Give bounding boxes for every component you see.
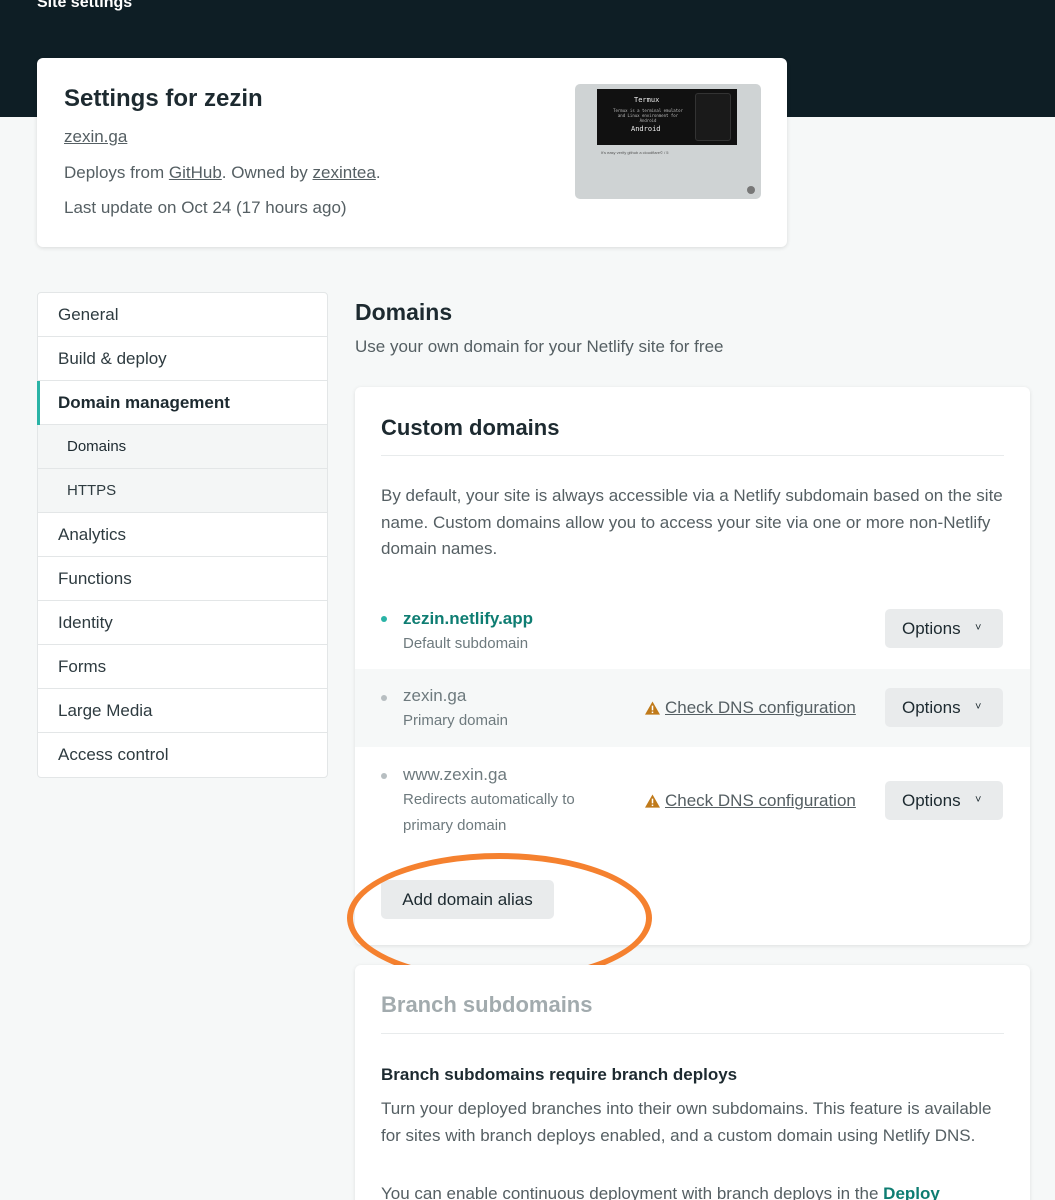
deploy-info-period: . [375, 163, 381, 182]
branch-subdomains-title: Branch subdomains [381, 992, 593, 1017]
check-dns-label: Check DNS configuration [665, 791, 856, 810]
deploy-info: Deploys from GitHub. Owned by zexintea. [64, 163, 381, 183]
branch-subdomains-subtitle: Branch subdomains require branch deploys [381, 1065, 738, 1084]
options-button[interactable]: Options ˅ [885, 781, 1003, 820]
options-button[interactable]: Options ˅ [885, 688, 1003, 727]
divider [381, 1033, 1004, 1034]
last-update-text: Last update on Oct 24 (17 hours ago) [64, 198, 347, 217]
branch-subdomains-card: Branch subdomains Branch subdomains requ… [355, 965, 1030, 1200]
warning-icon [645, 794, 660, 808]
options-label: Options [902, 791, 961, 810]
chevron-down-icon: ˅ [975, 794, 982, 806]
options-button[interactable]: Options ˅ [885, 609, 1003, 648]
more-prefix: You can enable continuous deployment wit… [381, 1184, 884, 1200]
site-overview-card: Settings for zezin zexin.ga Deploys from… [37, 58, 787, 247]
domain-type: Primary domain [403, 712, 509, 729]
bullet-icon [381, 695, 387, 701]
divider [381, 455, 1004, 456]
github-link[interactable]: GitHub [169, 163, 222, 182]
custom-domains-title: Custom domains [381, 415, 560, 440]
site-screenshot-thumbnail[interactable]: Termux Termux is a terminal emulator and… [575, 84, 761, 199]
section-title: Domains [355, 299, 453, 325]
sidebar-subitem-domains[interactable]: Domains [38, 425, 327, 469]
section-description: Use your own domain for your Netlify sit… [355, 337, 724, 356]
sidebar-subitem-https[interactable]: HTTPS [38, 469, 327, 513]
domain-name-link[interactable]: zezin.netlify.app [403, 609, 533, 629]
page-title: Site settings [37, 0, 133, 11]
site-heading: Settings for zezin [64, 85, 263, 112]
domain-name: www.zexin.ga [403, 765, 507, 784]
options-label: Options [902, 698, 961, 717]
check-dns-link[interactable]: Check DNS configuration [645, 698, 856, 718]
sidebar-item-forms[interactable]: Forms [38, 645, 327, 689]
sidebar-item-domain-management[interactable]: Domain management [37, 381, 327, 425]
sidebar-item-functions[interactable]: Functions [38, 557, 327, 601]
chevron-down-icon: ˅ [975, 701, 982, 713]
branch-subdomains-more: You can enable continuous deployment wit… [381, 1184, 940, 1200]
owner-link[interactable]: zexintea [313, 163, 376, 182]
sidebar-item-large-media[interactable]: Large Media [38, 689, 327, 733]
sidebar-item-access-control[interactable]: Access control [38, 733, 327, 777]
check-dns-link[interactable]: Check DNS configuration [645, 791, 856, 811]
owned-by-text: . Owned by [221, 163, 313, 182]
sidebar-item-build-deploy[interactable]: Build & deploy [38, 337, 327, 381]
sidebar-item-identity[interactable]: Identity [38, 601, 327, 645]
warning-icon [645, 701, 660, 715]
info-icon[interactable] [747, 186, 755, 194]
domain-row: zezin.netlify.app Default subdomain Opti… [355, 590, 1030, 668]
deploy-settings-link[interactable]: Deploy [883, 1184, 940, 1200]
domain-row: www.zexin.ga Redirects automatically to … [355, 749, 1030, 845]
domain-type: Default subdomain [403, 635, 529, 652]
options-label: Options [902, 619, 961, 638]
thumbnail-title: Termux [634, 96, 660, 104]
deploys-prefix: Deploys from [64, 163, 169, 182]
custom-domains-card: Custom domains By default, your site is … [355, 387, 1030, 945]
site-url-link[interactable]: zexin.ga [64, 127, 127, 147]
thumbnail-phone-panel [695, 93, 731, 141]
check-dns-label: Check DNS configuration [665, 698, 856, 717]
thumbnail-subtitle: Termux is a terminal emulator and Linux … [613, 108, 683, 123]
chevron-down-icon: ˅ [975, 622, 982, 634]
thumbnail-label: Android [631, 125, 661, 133]
custom-domains-intro: By default, your site is always accessib… [381, 486, 1003, 558]
settings-sidebar: General Build & deploy Domain management… [37, 292, 328, 778]
add-domain-alias-button[interactable]: Add domain alias [381, 880, 554, 919]
domain-type: Redirects automatically to primary domai… [403, 791, 575, 834]
sidebar-item-general[interactable]: General [38, 293, 327, 337]
thumbnail-terminal: Termux Termux is a terminal emulator and… [597, 89, 737, 145]
branch-subdomains-description: Turn your deployed branches into their o… [381, 1099, 992, 1145]
sidebar-item-analytics[interactable]: Analytics [38, 513, 327, 557]
bullet-icon [381, 616, 387, 622]
domain-row: zexin.ga Primary domain Check DNS config… [355, 669, 1030, 747]
bullet-icon [381, 773, 387, 779]
thumbnail-caption: It's easy verify github a cloudflare© / … [601, 150, 669, 155]
domain-name: zexin.ga [403, 686, 467, 705]
